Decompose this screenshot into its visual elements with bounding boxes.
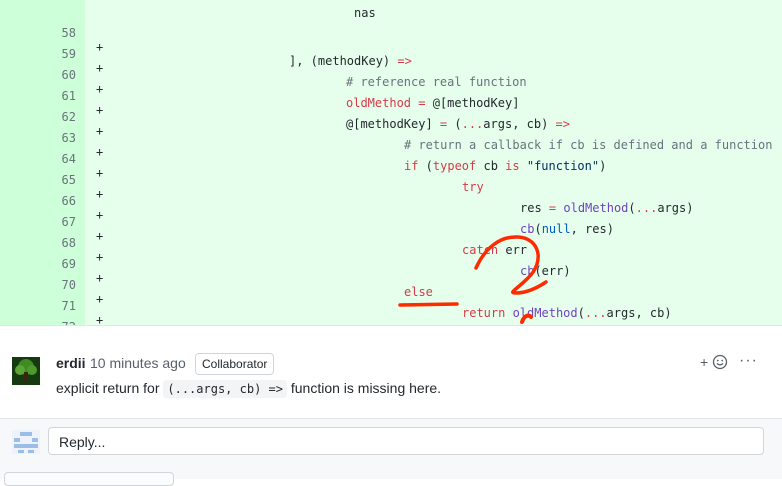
inline-code: (...args, cb) => — [163, 380, 287, 398]
diff-row[interactable]: 66 + cb(null, res) — [0, 177, 782, 236]
diff-row[interactable]: 72 + ) — [0, 303, 782, 325]
diff-row[interactable]: 65 + res = oldMethod(...args) — [0, 156, 782, 215]
kebab-menu-icon[interactable]: ··· — [739, 352, 758, 370]
avatar-current-user — [12, 430, 40, 454]
diff-row[interactable]: 60 + oldMethod = @[methodKey] — [0, 51, 782, 110]
reply-placeholder: Reply... — [59, 434, 106, 450]
tree-avatar-icon — [12, 357, 40, 385]
diff-row[interactable]: 71 + return — [0, 282, 782, 325]
comment-timestamp[interactable]: 10 minutes ago — [90, 355, 186, 371]
comment-text: function is missing here. — [286, 380, 442, 396]
diff-row[interactable]: 68 + cb(err) — [0, 219, 782, 278]
avatar-erdii[interactable] — [12, 357, 40, 385]
line-number[interactable]: 72 — [0, 317, 76, 325]
reply-input[interactable]: Reply... — [48, 427, 764, 455]
smiley-reaction-icon — [712, 354, 728, 370]
comment-text: explicit return for — [56, 380, 164, 396]
diff-row[interactable]: 64 + try — [0, 135, 782, 194]
comment-body: explicit return for (...args, cb) => fun… — [56, 380, 442, 398]
diff-row[interactable]: 70 + return oldMethod(...args, cb) — [0, 261, 782, 320]
identicon-avatar-icon — [12, 430, 40, 454]
comment-author[interactable]: erdii — [56, 355, 86, 371]
add-reaction-button[interactable]: + — [700, 354, 728, 370]
diff-row[interactable]: 62 + # return a callback if cb is define… — [0, 93, 782, 152]
diff-row[interactable]: 58 + ], (methodKey) => — [0, 9, 782, 68]
diff-row[interactable]: 61 + @[methodKey] = (...args, cb) => — [0, 72, 782, 131]
diff-row[interactable]: 67 + catch err — [0, 198, 782, 257]
diff-row[interactable]: 59 + # reference real function — [0, 30, 782, 89]
collaborator-badge: Collaborator — [195, 353, 275, 375]
plus-label: + — [700, 354, 709, 370]
thread-action-button[interactable] — [4, 472, 174, 486]
diff-view: nas 58 + ], (methodKey) => 59 + # refere… — [0, 0, 782, 325]
diff-row[interactable]: 69 + else — [0, 240, 782, 299]
diff-row[interactable]: 63 + if (typeof cb is "function") — [0, 114, 782, 173]
